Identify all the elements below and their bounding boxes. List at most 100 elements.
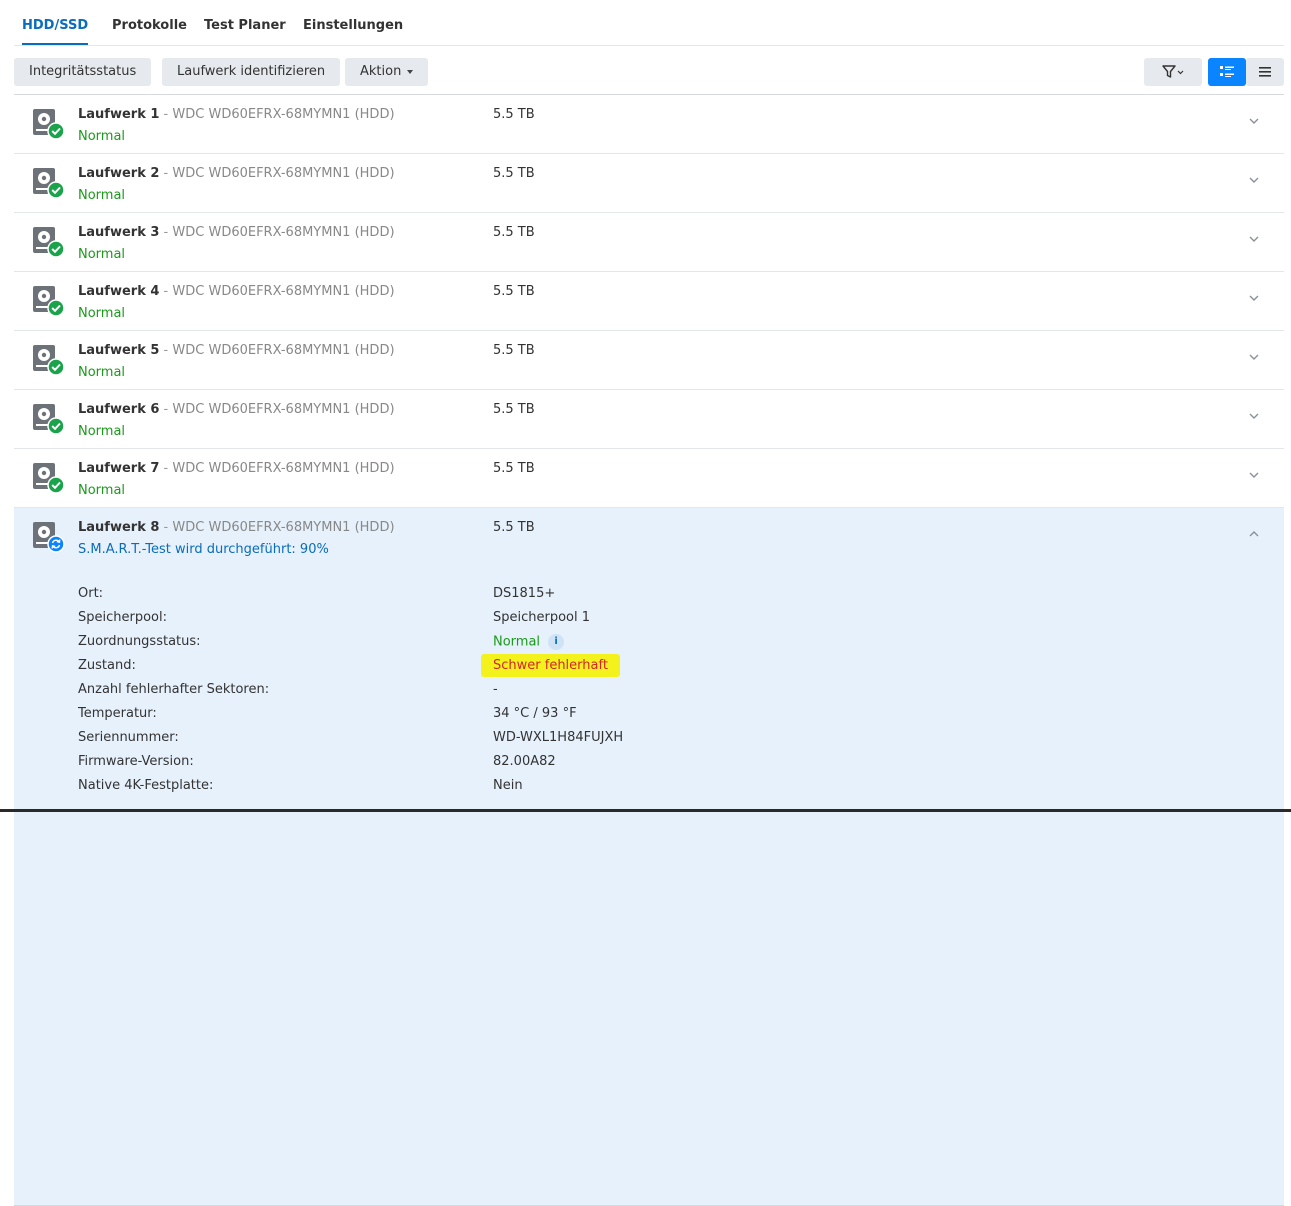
drive-row[interactable]: Laufwerk 7 - WDC WD60EFRX-68MYMN1 (HDD) N… [14,449,1284,508]
tab-einstellungen[interactable]: Einstellungen [303,18,403,33]
info-icon[interactable]: i [548,634,565,650]
detail-label: Anzahl fehlerhafter Sektoren: [78,682,270,697]
drive-status: Normal [78,424,126,439]
drive-model: WDC WD60EFRX-68MYMN1 (HDD) [172,520,395,535]
detail-value: WD-WXL1H84FUJXH [493,730,623,745]
detail-value-text: 34 °C / 93 °F [493,706,577,721]
caret-down-icon [407,69,414,74]
detail-value-text: WD-WXL1H84FUJXH [493,730,624,745]
drive-size: 5.5 TB [493,461,535,476]
drive-status: Normal [78,483,126,498]
detail-label: Native 4K-Festplatte: [78,778,214,793]
filter-button[interactable] [1144,58,1202,86]
drive-list: Laufwerk 1 - WDC WD60EFRX-68MYMN1 (HDD) N… [14,94,1284,1206]
drive-summary: Laufwerk 7 - WDC WD60EFRX-68MYMN1 (HDD) N… [14,449,1284,507]
identify-drive-button[interactable]: Laufwerk identifizieren [162,58,341,86]
detail-value: 82.00A82 [493,754,556,769]
detail-value-text: Schwer fehlerhaft [493,658,608,673]
drive-summary: Laufwerk 4 - WDC WD60EFRX-68MYMN1 (HDD) N… [14,272,1284,330]
drive-title: Laufwerk 6 - WDC WD60EFRX-68MYMN1 (HDD) [78,402,395,417]
detail-list-icon [1220,66,1234,77]
detail-row: Anzahl fehlerhafter Sektoren: - [78,682,1228,706]
tab-hdd-ssd[interactable]: HDD/SSD [22,18,88,33]
drive-row[interactable]: Laufwerk 8 - WDC WD60EFRX-68MYMN1 (HDD) S… [14,508,1284,1206]
drive-row[interactable]: Laufwerk 5 - WDC WD60EFRX-68MYMN1 (HDD) N… [14,331,1284,390]
tab-test-planer[interactable]: Test Planer [204,18,286,33]
disk-ok-icon [32,168,66,200]
drive-name: Laufwerk 3 [78,225,160,240]
detail-value-text: Nein [493,778,523,793]
detail-value-text: Speicherpool 1 [493,610,591,625]
detail-value-text: 82.00A82 [493,754,556,769]
action-menu-button[interactable]: Aktion [345,58,429,86]
detail-value-text: - [493,682,498,697]
smart-test-progress: S.M.A.R.T.-Test wird durchgeführt: 90% [78,542,329,557]
drive-size: 5.5 TB [493,520,535,535]
drive-row[interactable]: Laufwerk 1 - WDC WD60EFRX-68MYMN1 (HDD) N… [14,95,1284,154]
drive-separator: - [159,107,173,122]
detail-value: DS1815+ [493,586,555,601]
drive-status: Normal [78,306,126,321]
detail-label: Temperatur: [78,706,157,721]
drive-name: Laufwerk 1 [78,107,160,122]
compact-view-button[interactable] [1246,58,1284,86]
disk-ok-icon [32,463,66,495]
tab-protokolle[interactable]: Protokolle [112,18,187,33]
drive-separator: - [159,343,173,358]
drive-separator: - [159,520,173,535]
detail-value: Nein [493,778,523,793]
action-label: Aktion [360,64,402,79]
drive-title: Laufwerk 7 - WDC WD60EFRX-68MYMN1 (HDD) [78,461,395,476]
drive-summary: Laufwerk 3 - WDC WD60EFRX-68MYMN1 (HDD) N… [14,213,1284,271]
chevron-down-icon[interactable] [1248,174,1260,186]
drive-size: 5.5 TB [493,284,535,299]
drive-summary: Laufwerk 2 - WDC WD60EFRX-68MYMN1 (HDD) N… [14,154,1284,212]
drive-row[interactable]: Laufwerk 3 - WDC WD60EFRX-68MYMN1 (HDD) N… [14,213,1284,272]
detail-row: Zustand: Schwer fehlerhaft [78,654,1228,682]
disk-ok-icon [32,286,66,318]
chevron-up-icon[interactable] [1248,528,1260,540]
drive-model: WDC WD60EFRX-68MYMN1 (HDD) [172,461,395,476]
detail-value: Normal i [493,634,565,650]
detail-view-button[interactable] [1208,58,1246,86]
drive-details: Ort: DS1815+ Speicherpool: Speicherpool 1 Zu… [78,586,1228,802]
list-icon [1259,67,1271,77]
detail-value-text: Normal [493,634,541,650]
integrity-status-button[interactable]: Integritätsstatus [14,58,152,86]
drive-summary: Laufwerk 5 - WDC WD60EFRX-68MYMN1 (HDD) N… [14,331,1284,389]
drive-separator: - [159,284,173,299]
drive-row[interactable]: Laufwerk 6 - WDC WD60EFRX-68MYMN1 (HDD) N… [14,390,1284,449]
drive-name: Laufwerk 2 [78,166,160,181]
tab-bar: HDD/SSD Protokolle Test Planer Einstellu… [14,0,1284,46]
drive-model: WDC WD60EFRX-68MYMN1 (HDD) [172,107,395,122]
chevron-down-icon[interactable] [1248,292,1260,304]
drive-size: 5.5 TB [493,107,535,122]
drive-row[interactable]: Laufwerk 2 - WDC WD60EFRX-68MYMN1 (HDD) N… [14,154,1284,213]
detail-label: Ort: [78,586,104,601]
detail-row: Zuordnungsstatus: Normal i [78,634,1228,658]
chevron-down-icon[interactable] [1248,410,1260,422]
drive-title: Laufwerk 5 - WDC WD60EFRX-68MYMN1 (HDD) [78,343,395,358]
drive-status: Normal [78,129,126,144]
drive-title: Laufwerk 8 - WDC WD60EFRX-68MYMN1 (HDD) [78,520,395,535]
drive-summary: Laufwerk 6 - WDC WD60EFRX-68MYMN1 (HDD) N… [14,390,1284,448]
drive-title: Laufwerk 4 - WDC WD60EFRX-68MYMN1 (HDD) [78,284,395,299]
drive-name: Laufwerk 5 [78,343,160,358]
chevron-down-icon[interactable] [1248,469,1260,481]
health-status-value: Schwer fehlerhaft [481,654,620,677]
drive-name: Laufwerk 6 [78,402,160,417]
toolbar: Integritätsstatus Laufwerk identifiziere… [14,58,1284,86]
disk-ok-icon [32,345,66,377]
drive-title: Laufwerk 2 - WDC WD60EFRX-68MYMN1 (HDD) [78,166,395,181]
detail-value: Speicherpool 1 [493,610,590,625]
detail-value: 34 °C / 93 °F [493,706,577,721]
drive-status: Normal [78,188,126,203]
chevron-down-icon[interactable] [1248,233,1260,245]
drive-title: Laufwerk 3 - WDC WD60EFRX-68MYMN1 (HDD) [78,225,395,240]
drive-summary: Laufwerk 8 - WDC WD60EFRX-68MYMN1 (HDD) S… [14,508,1284,566]
drive-model: WDC WD60EFRX-68MYMN1 (HDD) [172,166,395,181]
chevron-down-icon[interactable] [1248,115,1260,127]
drive-model: WDC WD60EFRX-68MYMN1 (HDD) [172,225,395,240]
chevron-down-icon[interactable] [1248,351,1260,363]
drive-row[interactable]: Laufwerk 4 - WDC WD60EFRX-68MYMN1 (HDD) N… [14,272,1284,331]
